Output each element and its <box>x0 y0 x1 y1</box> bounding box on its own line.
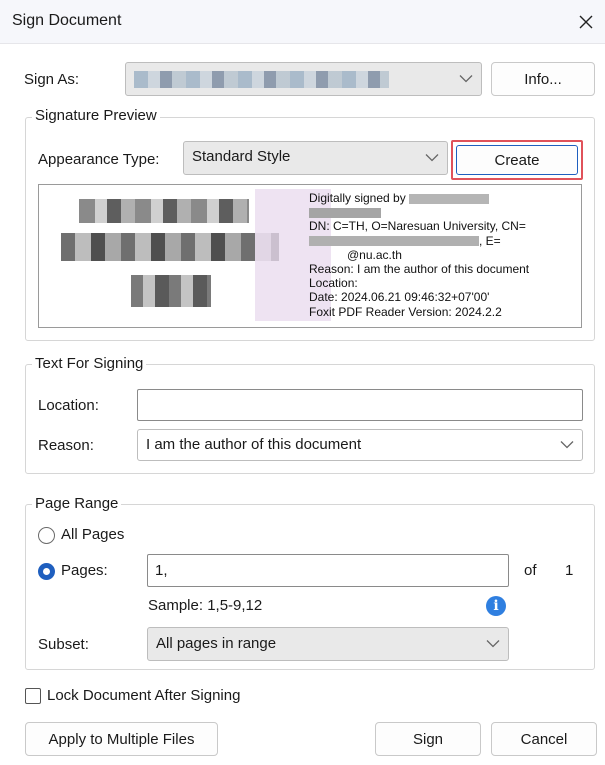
text-for-signing-legend: Text For Signing <box>32 355 147 372</box>
reason-line: Reason: I am the author of this document <box>309 262 530 277</box>
signature-details: Digitally signed by DN: C=TH, O=Naresuan… <box>309 191 529 319</box>
lock-document-label[interactable]: Lock Document After Signing <box>47 687 240 704</box>
pages-input[interactable]: 1, <box>147 554 509 587</box>
close-icon <box>579 15 593 29</box>
chevron-down-icon <box>459 75 473 83</box>
signature-name-image-redacted <box>61 193 279 321</box>
page-range-legend: Page Range <box>32 495 122 512</box>
appearance-type-value: Standard Style <box>192 148 291 165</box>
location-input[interactable] <box>137 389 583 421</box>
location-line: Location: <box>309 276 358 291</box>
redacted-text <box>409 193 490 204</box>
subset-dropdown[interactable]: All pages in range <box>147 627 509 661</box>
subset-label: Subset: <box>38 636 89 653</box>
chevron-down-icon <box>486 640 500 648</box>
dn-line: DN: C=TH, O=Naresuan University, CN= <box>309 219 526 234</box>
pages-radio[interactable] <box>38 563 55 580</box>
subset-value: All pages in range <box>156 635 277 652</box>
signature-preview-legend: Signature Preview <box>32 107 160 124</box>
email-domain-line: @nu.ac.th <box>347 247 402 262</box>
close-button[interactable] <box>572 8 600 36</box>
sign-button[interactable]: Sign <box>375 722 481 756</box>
redacted-text <box>309 236 479 247</box>
sign-as-label: Sign As: <box>24 71 80 88</box>
redacted-text <box>309 208 381 219</box>
cancel-button[interactable]: Cancel <box>491 722 597 756</box>
lock-document-checkbox[interactable] <box>25 688 41 704</box>
reason-label: Reason: <box>38 437 94 454</box>
date-line: Date: 2024.06.21 09:46:32+07'00' <box>309 290 490 305</box>
sign-as-dropdown[interactable] <box>125 62 482 96</box>
appearance-type-dropdown[interactable]: Standard Style <box>183 141 448 175</box>
apply-multiple-files-button[interactable]: Apply to Multiple Files <box>25 722 218 756</box>
reason-dropdown[interactable]: I am the author of this document <box>137 429 583 461</box>
info-icon[interactable]: i <box>486 596 506 616</box>
appearance-type-label: Appearance Type: <box>38 151 160 168</box>
chevron-down-icon <box>425 154 439 162</box>
signature-preview-box: Digitally signed by DN: C=TH, O=Naresuan… <box>38 184 582 328</box>
dialog-title: Sign Document <box>12 12 122 29</box>
of-label: of <box>524 562 537 579</box>
sign-as-value-redacted <box>134 71 389 88</box>
email-prefix: , E= <box>479 233 501 248</box>
all-pages-radio[interactable] <box>38 527 55 544</box>
version-line: Foxit PDF Reader Version: 2024.2.2 <box>309 304 502 319</box>
info-button[interactable]: Info... <box>491 62 595 96</box>
all-pages-label[interactable]: All Pages <box>61 526 124 543</box>
sample-text: Sample: 1,5-9,12 <box>148 597 263 614</box>
pages-input-value: 1, <box>155 562 168 579</box>
signed-by-line: Digitally signed by <box>309 191 406 205</box>
create-button[interactable]: Create <box>456 145 578 175</box>
chevron-down-icon <box>560 441 574 449</box>
pages-label[interactable]: Pages: <box>61 562 108 579</box>
location-label: Location: <box>38 397 99 414</box>
total-pages: 1 <box>565 562 574 579</box>
reason-value: I am the author of this document <box>146 436 362 453</box>
